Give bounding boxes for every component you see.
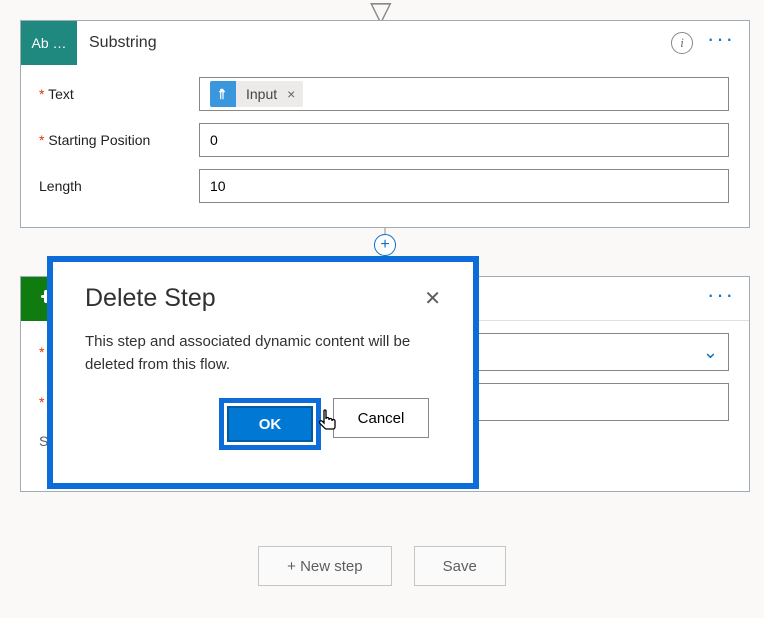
field-label-length: Length (39, 178, 199, 194)
field-label-starting: Starting Position (39, 132, 199, 148)
dialog-message: This step and associated dynamic content… (85, 331, 441, 376)
token-remove-icon[interactable]: × (285, 86, 303, 102)
close-icon[interactable]: ✕ (424, 286, 441, 311)
delete-step-dialog: Delete Step ✕ This step and associated d… (47, 256, 479, 489)
add-step-inline-button[interactable]: + (374, 234, 396, 256)
action-menu-button[interactable]: ··· (707, 32, 749, 53)
dialog-title: Delete Step (85, 284, 216, 313)
action-title: Substring (77, 34, 671, 52)
card-header[interactable]: Ab … Substring i ··· (21, 21, 749, 65)
token-label: Input (236, 86, 285, 102)
cancel-button[interactable]: Cancel (333, 398, 429, 438)
token-icon (210, 81, 236, 107)
action-icon-text: Ab … (21, 21, 77, 65)
length-input[interactable]: 10 (199, 169, 729, 203)
action-card-substring: Ab … Substring i ··· Text Input × Starti… (20, 20, 750, 228)
ok-button[interactable]: OK (227, 406, 313, 442)
chevron-down-icon: ⌄ (703, 342, 718, 363)
new-step-button[interactable]: + New step (258, 546, 391, 586)
action-menu-button[interactable]: ··· (707, 288, 749, 309)
dynamic-content-token[interactable]: Input × (210, 81, 303, 107)
text-input[interactable]: Input × (199, 77, 729, 111)
ok-button-highlight: OK (219, 398, 321, 450)
info-icon[interactable]: i (671, 32, 693, 54)
footer-bar: + New step Save (0, 546, 764, 586)
save-button[interactable]: Save (414, 546, 506, 586)
starting-position-input[interactable]: 0 (199, 123, 729, 157)
field-label-text: Text (39, 86, 199, 102)
